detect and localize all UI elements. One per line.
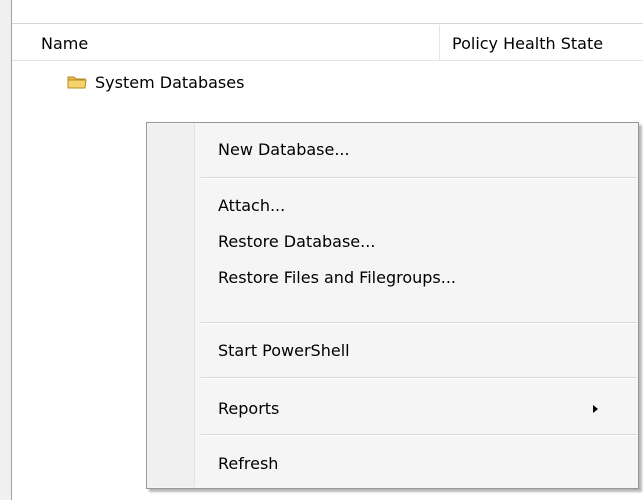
pane-top-border	[0, 0, 643, 24]
pane-left-border	[0, 0, 12, 500]
menu-separator	[201, 377, 637, 379]
menu-separator	[201, 322, 637, 324]
object-explorer-details-pane: Name Policy Health State System Database…	[0, 0, 643, 500]
folder-icon	[67, 74, 87, 90]
column-divider[interactable]	[439, 25, 440, 60]
menu-separator	[201, 434, 637, 436]
menu-item-refresh[interactable]: Refresh	[218, 446, 628, 482]
tree-item-system-databases[interactable]: System Databases	[67, 68, 244, 96]
menu-item-start-powershell[interactable]: Start PowerShell	[218, 333, 628, 369]
menu-item-new-database[interactable]: New Database...	[218, 132, 628, 168]
name-column-header[interactable]: Name	[41, 25, 441, 60]
chevron-right-icon	[593, 405, 598, 413]
menu-item-attach[interactable]: Attach...	[218, 188, 628, 224]
menu-separator	[201, 177, 637, 179]
menu-item-reports[interactable]: Reports	[218, 391, 628, 427]
menu-item-restore-files-and-filegroups[interactable]: Restore Files and Filegroups...	[218, 260, 628, 296]
menu-gutter	[148, 124, 195, 487]
context-menu: New Database... Attach... Restore Databa…	[146, 122, 639, 489]
details-list-header: Name Policy Health State	[12, 25, 643, 61]
tree-item-label: System Databases	[95, 72, 245, 92]
menu-item-restore-database[interactable]: Restore Database...	[218, 224, 628, 260]
policy-health-state-column-header[interactable]: Policy Health State	[452, 25, 643, 60]
